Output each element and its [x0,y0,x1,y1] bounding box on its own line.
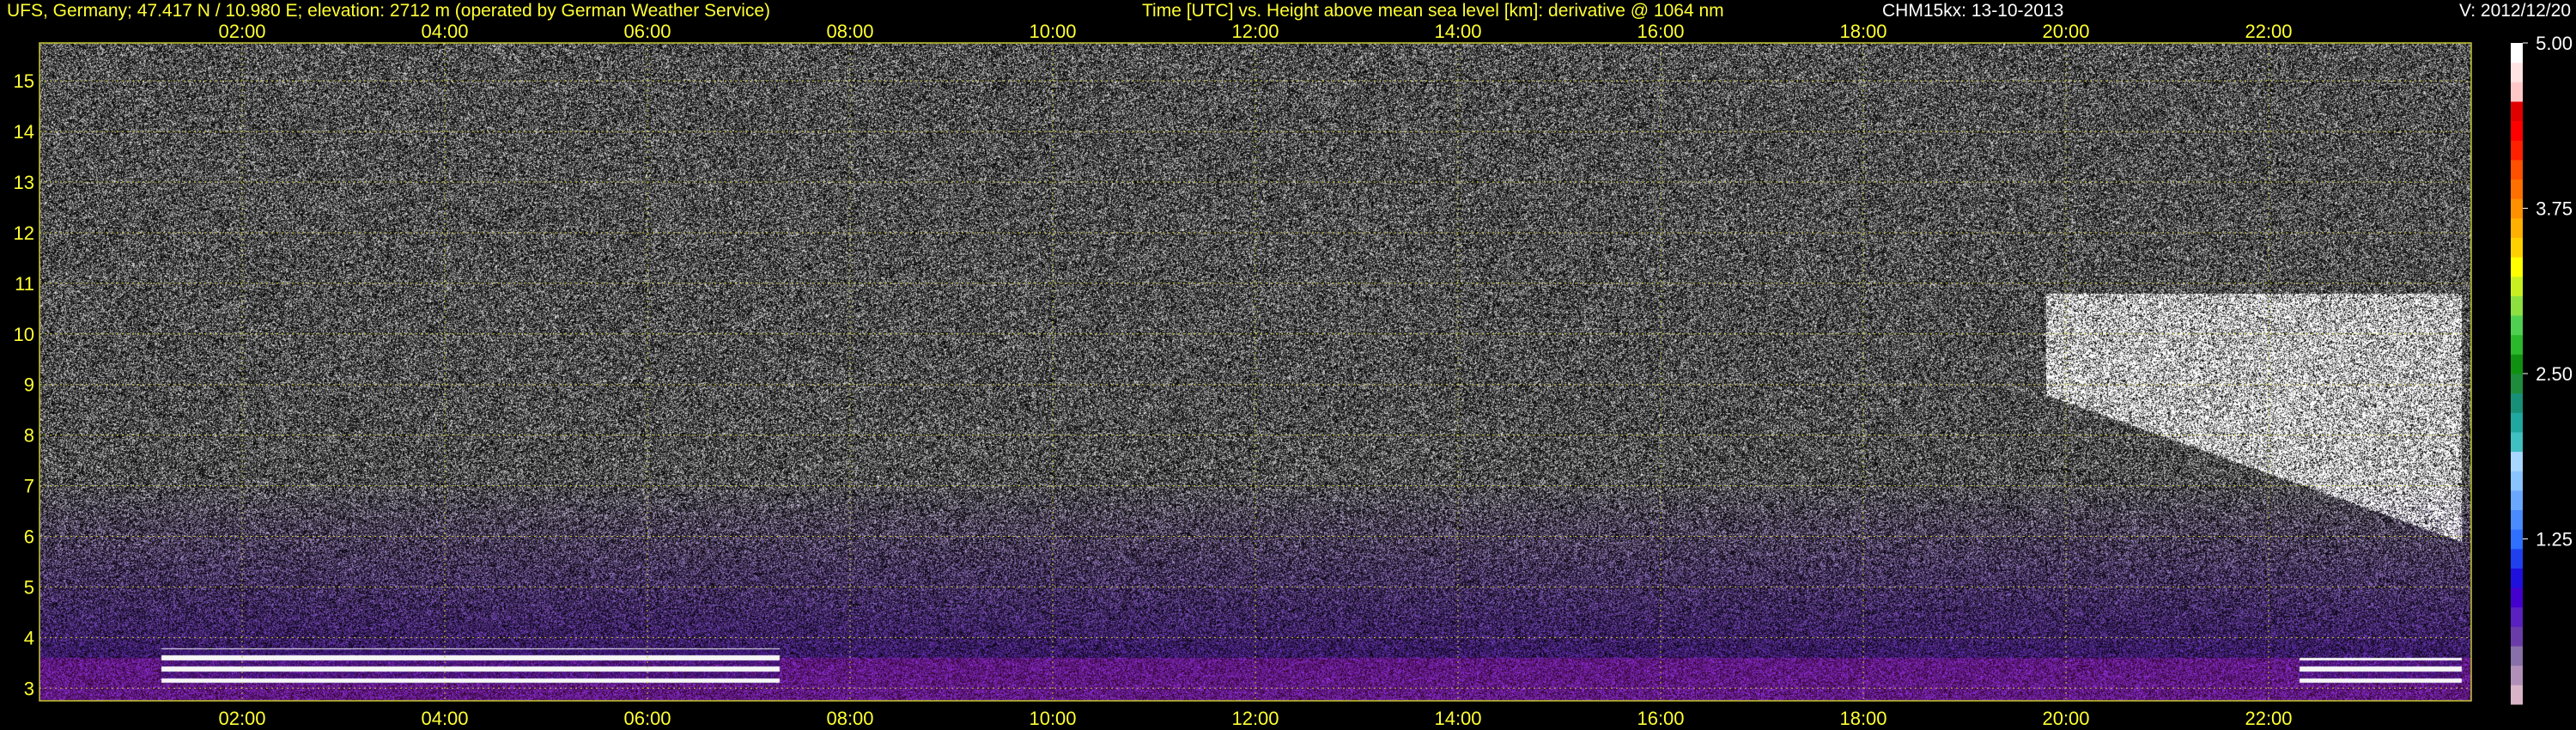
colorbar-swatch [2511,354,2523,374]
x-tick-label-bottom: 10:00 [1029,708,1076,729]
x-tick-label-top: 22:00 [2245,21,2292,42]
colorbar-swatch [2511,431,2523,453]
colorbar-swatch [2511,451,2523,471]
colorbar-swatch [2511,100,2523,122]
header-station: UFS, Germany; 47.417 N / 10.980 E; eleva… [7,1,771,21]
colorbar-swatch [2511,276,2523,296]
colorbar-swatch [2511,82,2523,102]
colorbar-swatch [2511,490,2523,511]
x-tick-label-bottom: 02:00 [218,708,265,729]
colorbar-swatch [2511,198,2523,219]
x-tick-label-bottom: 20:00 [2042,708,2089,729]
colorbar-swatch [2511,237,2523,258]
x-tick-label-bottom: 18:00 [1839,708,1886,729]
colorbar-swatch [2511,412,2523,433]
colorbar-swatch [2511,159,2523,180]
y-tick-label: 10 [14,324,34,345]
colorbar-swatch [2511,392,2523,413]
x-tick-label-top: 18:00 [1839,21,1886,42]
y-tick-label: 9 [24,374,34,396]
colorbar-swatch [2511,529,2523,550]
y-tick-label: 12 [14,222,34,244]
colorbar-swatch [2511,257,2523,277]
colorbar-swatch [2511,684,2523,705]
colorbar-swatch [2511,217,2523,238]
x-tick-label-top: 04:00 [421,21,468,42]
colorbar-tick-label: 2.50 [2536,363,2573,385]
colorbar-swatch [2511,62,2523,82]
header-version: V: 2012/12/20 [2459,1,2571,21]
x-tick-label-bottom: 12:00 [1231,708,1279,729]
y-tick-label: 11 [15,273,34,295]
y-tick-label: 6 [24,526,34,548]
colorbar-swatch [2511,606,2523,627]
x-tick-label-bottom: 16:00 [1637,708,1684,729]
y-tick-label: 15 [14,70,34,92]
colorbar-swatch [2511,509,2523,530]
x-tick-label-top: 14:00 [1434,21,1481,42]
x-tick-label-top: 10:00 [1029,21,1076,42]
x-tick-label-top: 06:00 [623,21,671,42]
ceilometer-plot: 02:00 02:00 04:00 04:00 06:00 06:00 08:00 08:00… [0,0,2576,730]
x-tick-label-bottom: 06:00 [623,708,671,729]
colorbar-swatch [2511,43,2523,64]
y-tick-label: 13 [14,172,34,193]
colorbar-swatch [2511,626,2523,647]
x-tick-label-top: 16:00 [1637,21,1684,42]
colorbar-swatch [2511,665,2523,685]
plot-overlay: 02:00 02:00 04:00 04:00 06:00 06:00 08:00 08:00… [14,21,2573,729]
colorbar-swatch [2511,646,2523,666]
header-instrument: CHM15kx: 13-10-2013 [1882,1,2064,21]
x-tick-label-bottom: 08:00 [826,708,873,729]
colorbar-swatch [2511,140,2523,161]
colorbar-swatch [2511,295,2523,316]
x-tick-label-top: 12:00 [1231,21,1279,42]
colorbar-tick-label: 5.00 [2536,33,2573,54]
colorbar-swatch [2511,120,2523,141]
y-tick-label: 7 [24,476,34,497]
x-tick-label-top: 20:00 [2042,21,2089,42]
y-tick-label: 8 [24,425,34,447]
y-tick-label: 3 [24,678,34,699]
x-tick-label-top: 08:00 [826,21,873,42]
colorbar-swatch [2511,471,2523,491]
colorbar-tick-label: 3.75 [2536,198,2573,220]
colorbar-swatch [2511,334,2523,355]
colorbar-swatch [2511,315,2523,336]
colorbar-swatch [2511,179,2523,199]
colorbar-tick-label: 1.25 [2536,529,2573,551]
x-tick-label-bottom: 22:00 [2245,708,2292,729]
x-tick-label-bottom: 14:00 [1434,708,1481,729]
x-tick-label-top: 02:00 [218,21,265,42]
header-description: Time [UTC] vs. Height above mean sea lev… [1142,1,1724,21]
colorbar-swatch [2511,374,2523,394]
y-tick-label: 4 [24,627,34,648]
y-tick-label: 5 [24,576,34,598]
x-tick-label-bottom: 04:00 [421,708,468,729]
colorbar-swatch [2511,568,2523,588]
colorbar-swatch [2511,548,2523,569]
colorbar-swatch [2511,587,2523,608]
y-tick-label: 14 [14,121,34,143]
